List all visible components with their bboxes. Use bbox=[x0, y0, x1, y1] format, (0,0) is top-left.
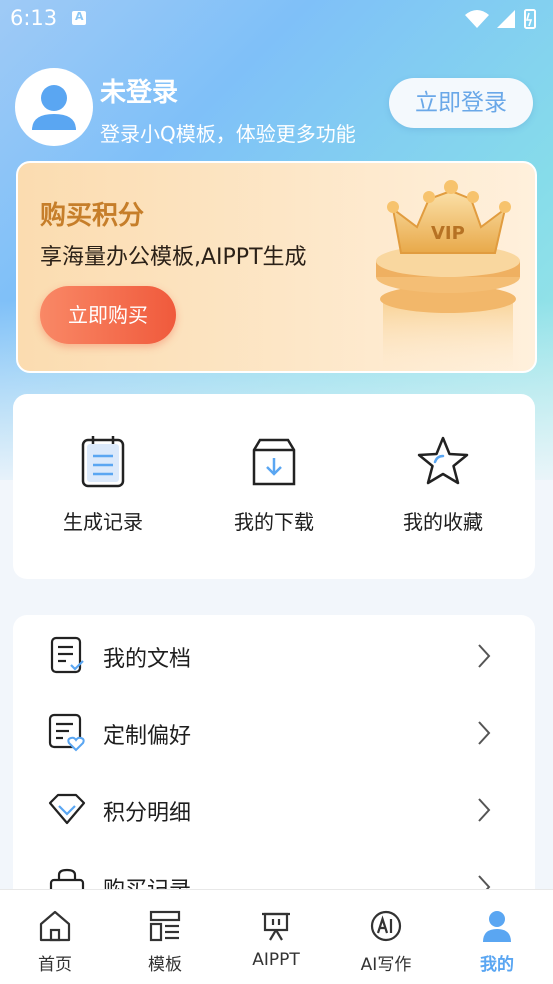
menu-list: 我的文档 定制偏好 积分明细 购买记录 bbox=[13, 615, 535, 905]
tab-aippt[interactable]: AIPPT bbox=[221, 890, 331, 984]
chevron-right-icon bbox=[478, 721, 491, 745]
profile-name: 未登录 bbox=[100, 78, 179, 108]
menu-item-custom-preferences[interactable]: 定制偏好 bbox=[13, 694, 535, 771]
diamond-icon bbox=[48, 793, 86, 825]
vip-badge-text: VIP bbox=[431, 223, 465, 244]
quick-action-my-favorites[interactable]: 我的收藏 bbox=[363, 434, 523, 544]
tab-label: 首页 bbox=[38, 955, 72, 975]
menu-item-label: 定制偏好 bbox=[103, 724, 192, 749]
quick-action-my-downloads[interactable]: 我的下载 bbox=[194, 434, 354, 544]
quick-action-generate-records[interactable]: 生成记录 bbox=[23, 434, 183, 544]
ai-icon bbox=[370, 910, 402, 942]
tab-label: 我的 bbox=[480, 955, 514, 975]
avatar[interactable] bbox=[15, 68, 93, 146]
download-box-icon bbox=[252, 438, 296, 486]
status-icons bbox=[465, 9, 536, 29]
quick-action-label: 我的收藏 bbox=[403, 510, 483, 534]
wifi-icon bbox=[465, 10, 489, 28]
quick-action-label: 生成记录 bbox=[63, 510, 143, 534]
vip-card-title: 购买积分 bbox=[40, 201, 145, 231]
menu-item-label: 我的文档 bbox=[103, 647, 192, 672]
signal-icon bbox=[497, 10, 515, 28]
quick-action-label: 我的下载 bbox=[234, 510, 314, 534]
tab-label: AI写作 bbox=[360, 955, 412, 975]
menu-item-label: 积分明细 bbox=[103, 801, 192, 826]
tab-label: 模板 bbox=[148, 955, 182, 975]
buy-now-button[interactable]: 立即购买 bbox=[40, 286, 176, 344]
vip-card-subtitle: 享海量办公模板,AIPPT生成 bbox=[40, 245, 307, 270]
chevron-right-icon bbox=[478, 798, 491, 822]
home-icon bbox=[39, 910, 71, 942]
menu-item-my-documents[interactable]: 我的文档 bbox=[13, 617, 535, 694]
presentation-icon bbox=[262, 912, 290, 941]
chevron-right-icon bbox=[478, 644, 491, 668]
user-avatar-icon bbox=[32, 85, 76, 130]
star-icon bbox=[417, 436, 469, 485]
clipboard-icon bbox=[81, 436, 125, 488]
document-heart-icon bbox=[48, 713, 85, 752]
vip-points-card[interactable]: 购买积分 享海量办公模板,AIPPT生成 立即购买 VIP bbox=[16, 161, 537, 373]
login-button[interactable]: 立即登录 bbox=[389, 78, 533, 128]
user-icon bbox=[483, 911, 511, 942]
quick-actions-card: 生成记录 我的下载 我的收藏 bbox=[13, 394, 535, 579]
tab-ai-writing[interactable]: AI写作 bbox=[331, 890, 441, 984]
profile-subtitle: 登录小Q模板，体验更多功能 bbox=[100, 122, 356, 146]
tab-templates[interactable]: 模板 bbox=[110, 890, 220, 984]
template-icon bbox=[149, 910, 181, 942]
menu-item-points-details[interactable]: 积分明细 bbox=[13, 771, 535, 848]
tab-label: AIPPT bbox=[252, 950, 300, 970]
document-check-icon bbox=[50, 636, 84, 674]
tab-home[interactable]: 首页 bbox=[0, 890, 110, 984]
status-bar: 6:13 bbox=[0, 0, 553, 38]
tab-mine[interactable]: 我的 bbox=[442, 890, 552, 984]
status-time: 6:13 bbox=[10, 6, 58, 30]
app-notification-icon bbox=[72, 10, 86, 25]
bottom-tab-bar: 首页 模板 AIPPT AI写作 我的 bbox=[0, 889, 553, 984]
vip-crown-icon: VIP bbox=[376, 180, 520, 371]
